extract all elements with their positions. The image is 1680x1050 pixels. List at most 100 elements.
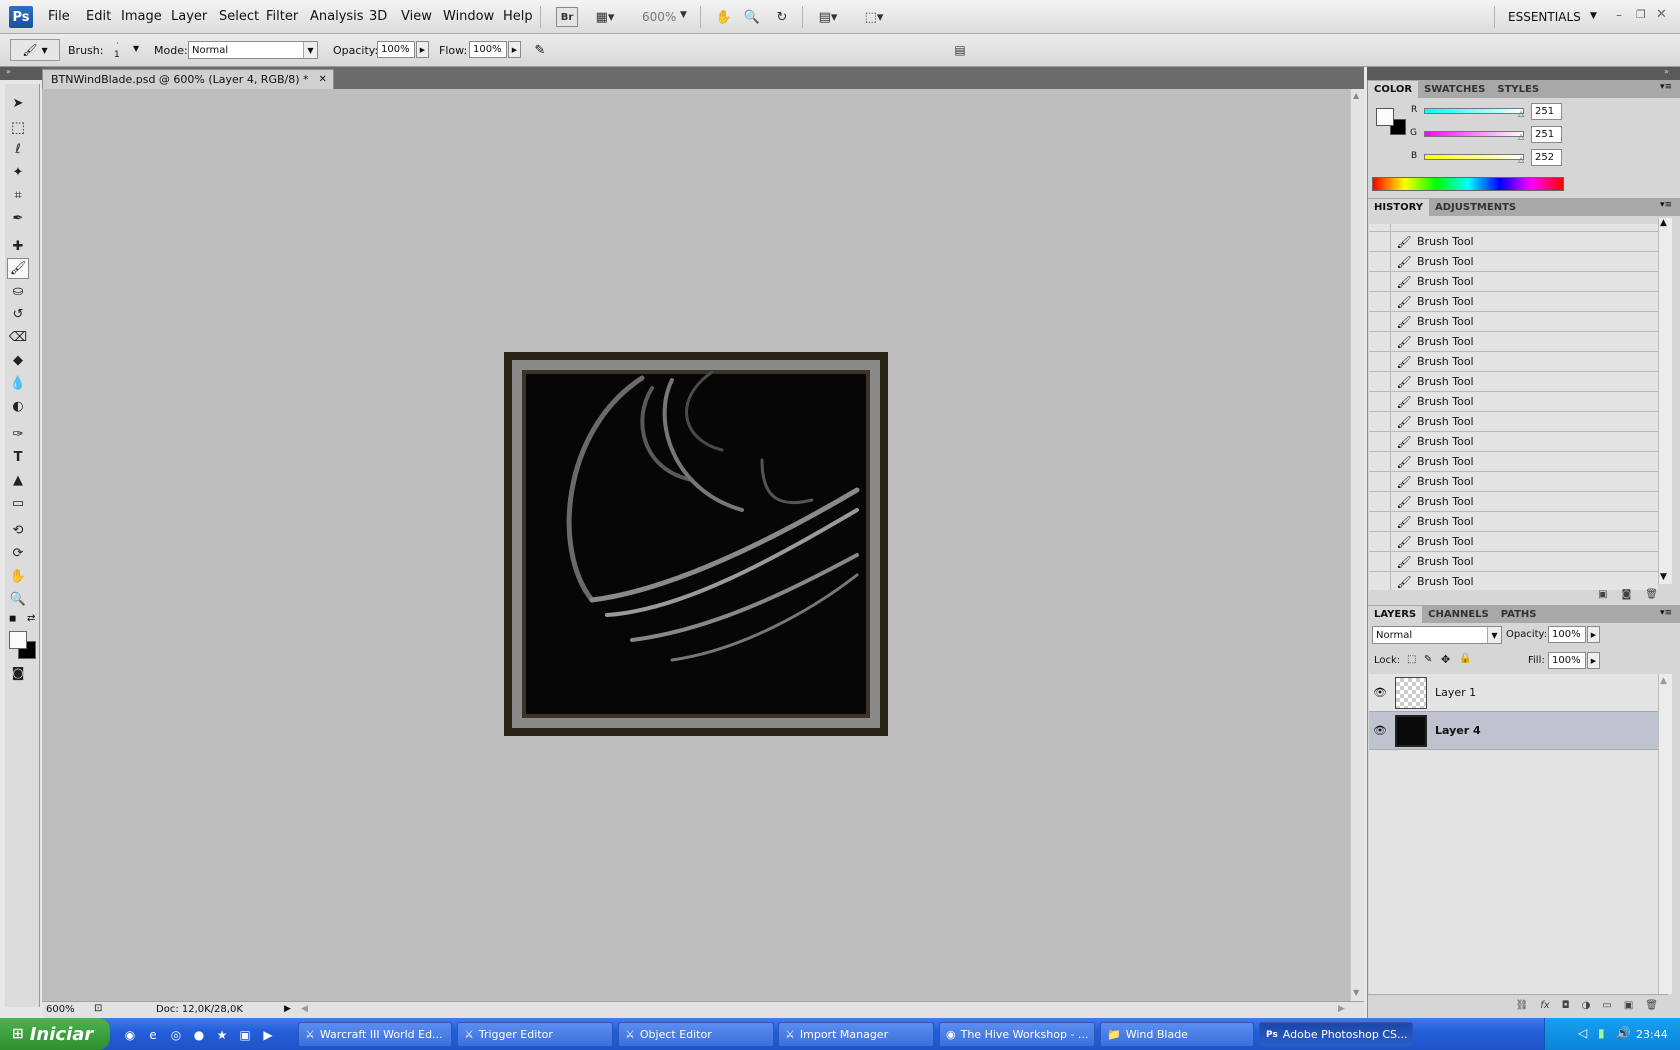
rotate-view-icon[interactable]: ↻ xyxy=(771,7,793,27)
workspace-dropdown-icon[interactable]: ▼ xyxy=(1590,11,1597,21)
type-tool-icon[interactable]: T xyxy=(7,447,29,468)
menu-layer[interactable]: Layer xyxy=(171,9,207,24)
close-icon[interactable]: ✕ xyxy=(1656,7,1667,22)
layer-mask-icon[interactable]: ◘ xyxy=(1562,1000,1570,1011)
fill-input[interactable]: 100% xyxy=(1548,652,1586,669)
fill-slider-button[interactable]: ▶ xyxy=(1587,652,1600,669)
history-checkbox[interactable] xyxy=(1369,391,1391,412)
blue-input[interactable]: 252 xyxy=(1531,149,1562,166)
menu-3d[interactable]: 3D xyxy=(369,9,387,24)
history-row[interactable]: 🖌 Brush Tool xyxy=(1369,331,1658,352)
canvas-vertical-scrollbar[interactable] xyxy=(1350,89,1364,1001)
canvas-image[interactable] xyxy=(504,352,888,736)
tray-expand-icon[interactable]: ◁ xyxy=(1578,1026,1587,1040)
history-checkbox[interactable] xyxy=(1369,551,1391,572)
magic-wand-icon[interactable]: ✦ xyxy=(7,162,29,183)
network-signal-icon[interactable]: ▮ xyxy=(1598,1026,1605,1040)
airbrush-icon[interactable]: ✎ xyxy=(528,40,552,60)
flow-input[interactable]: 100% xyxy=(469,41,507,58)
task-photoshop[interactable]: Ps Adobe Photoshop CS... xyxy=(1259,1022,1413,1047)
flow-slider-button[interactable]: ▶ xyxy=(508,41,521,58)
history-checkbox[interactable] xyxy=(1369,331,1391,352)
history-checkbox[interactable] xyxy=(1369,224,1391,232)
layer-opacity-slider-button[interactable]: ▶ xyxy=(1587,626,1600,643)
chrome-icon[interactable]: ◉ xyxy=(122,1027,138,1043)
tab-channels[interactable]: CHANNELS xyxy=(1422,606,1495,623)
red-slider[interactable] xyxy=(1424,108,1524,114)
history-row[interactable]: 🖌 Brush Tool xyxy=(1369,351,1658,372)
swap-colors-icon[interactable]: ⇄ xyxy=(27,613,35,624)
history-row[interactable]: 🖌 Brush Tool xyxy=(1369,371,1658,392)
trash-icon[interactable]: 🗑 xyxy=(1645,1000,1658,1011)
crop-tool-icon[interactable]: ⌗ xyxy=(7,185,29,206)
lasso-tool-icon[interactable]: ℓ xyxy=(7,139,29,160)
history-checkbox[interactable] xyxy=(1369,311,1391,332)
move-tool-icon[interactable]: ➤ xyxy=(7,93,29,114)
clone-stamp-icon[interactable]: ⛀ xyxy=(7,281,29,302)
volume-icon[interactable]: 🔊 xyxy=(1616,1026,1631,1040)
slider-handle-icon[interactable]: △ xyxy=(1518,155,1524,164)
history-checkbox[interactable] xyxy=(1369,251,1391,272)
history-checkbox[interactable] xyxy=(1369,271,1391,292)
history-checkbox[interactable] xyxy=(1369,371,1391,392)
history-checkbox[interactable] xyxy=(1369,471,1391,492)
menu-view[interactable]: View xyxy=(401,9,432,24)
opacity-slider-button[interactable]: ▶ xyxy=(416,41,429,58)
zoom-tool-icon[interactable]: 🔍 xyxy=(741,7,763,27)
menu-window[interactable]: Window xyxy=(443,9,494,24)
blend-mode-select[interactable]: Normal ▼ xyxy=(1372,626,1502,644)
brush-size[interactable]: 1 xyxy=(114,50,120,60)
history-checkbox[interactable] xyxy=(1369,511,1391,532)
start-button[interactable]: ⊞ Iniciar xyxy=(0,1018,110,1050)
eraser-tool-icon[interactable]: ⌫ xyxy=(7,327,29,348)
history-checkbox[interactable] xyxy=(1369,431,1391,452)
trash-icon[interactable]: 🗑 xyxy=(1645,589,1658,600)
menu-select[interactable]: Select xyxy=(219,9,259,24)
history-brush-icon[interactable]: ↺ xyxy=(7,304,29,325)
path-selection-icon[interactable]: ▲ xyxy=(7,470,29,491)
link-layers-icon[interactable]: ⛓ xyxy=(1516,1000,1529,1011)
menu-help[interactable]: Help xyxy=(503,9,533,24)
paint-bucket-icon[interactable]: ◆ xyxy=(7,350,29,371)
new-group-icon[interactable]: ▭ xyxy=(1602,1000,1611,1011)
bridge-button[interactable]: Br xyxy=(556,7,578,27)
history-row[interactable]: 🖌 Brush Tool xyxy=(1369,431,1658,452)
panel-menu-icon[interactable]: ▾≡ xyxy=(1660,608,1672,618)
history-row[interactable]: 🖌 Brush Tool xyxy=(1369,231,1658,252)
task-object-editor[interactable]: ⚔ Object Editor xyxy=(618,1022,774,1047)
shape-tool-icon[interactable]: ▭ xyxy=(7,493,29,514)
firefox-icon[interactable]: ● xyxy=(191,1027,207,1043)
history-checkbox[interactable] xyxy=(1369,291,1391,312)
hp-icon[interactable]: ▣ xyxy=(237,1027,253,1043)
lock-pixels-icon[interactable]: ✎ xyxy=(1424,654,1432,665)
favorites-icon[interactable]: ★ xyxy=(214,1027,230,1043)
media-player-icon[interactable]: ▶ xyxy=(260,1027,276,1043)
expand-panels-icon[interactable]: » xyxy=(1664,67,1669,76)
scroll-up-icon[interactable]: ▲ xyxy=(1660,676,1667,686)
task-import-manager[interactable]: ⚔ Import Manager xyxy=(778,1022,934,1047)
history-row[interactable]: 🖌 Brush Tool xyxy=(1369,511,1658,532)
history-row[interactable]: 🖌 Brush Tool xyxy=(1369,551,1658,572)
new-snapshot-icon[interactable]: ◙ xyxy=(1622,589,1632,600)
history-checkbox[interactable] xyxy=(1369,231,1391,252)
history-row[interactable]: 🖌 Brush Tool xyxy=(1369,491,1658,512)
internet-explorer-icon[interactable]: e xyxy=(145,1027,161,1043)
workspace-switcher[interactable]: ESSENTIALS xyxy=(1508,10,1581,24)
tab-history[interactable]: HISTORY xyxy=(1368,199,1430,216)
layer-opacity-input[interactable]: 100% xyxy=(1548,626,1586,643)
task-trigger-editor[interactable]: ⚔ Trigger Editor xyxy=(457,1022,613,1047)
tool-preset-picker[interactable]: 🖌 ▼ xyxy=(10,39,60,61)
history-checkbox[interactable] xyxy=(1369,351,1391,372)
tab-color[interactable]: COLOR xyxy=(1368,81,1419,98)
slider-handle-icon[interactable]: △ xyxy=(1518,132,1524,141)
mode-select[interactable]: Normal ▼ xyxy=(188,41,318,59)
view-extras-icon[interactable]: ▦▾ xyxy=(594,7,616,27)
slider-handle-icon[interactable]: △ xyxy=(1518,109,1524,118)
hand-tool-icon[interactable]: ✋ xyxy=(7,566,29,587)
scroll-down-icon[interactable]: ▼ xyxy=(1353,988,1359,997)
eye-icon[interactable]: 👁 xyxy=(1369,724,1391,737)
layer-row[interactable]: 👁 Layer 1 xyxy=(1369,674,1658,712)
adjustment-layer-icon[interactable]: ◑ xyxy=(1582,1000,1591,1011)
scroll-down-icon[interactable]: ▼ xyxy=(1660,572,1667,582)
history-checkbox[interactable] xyxy=(1369,411,1391,432)
